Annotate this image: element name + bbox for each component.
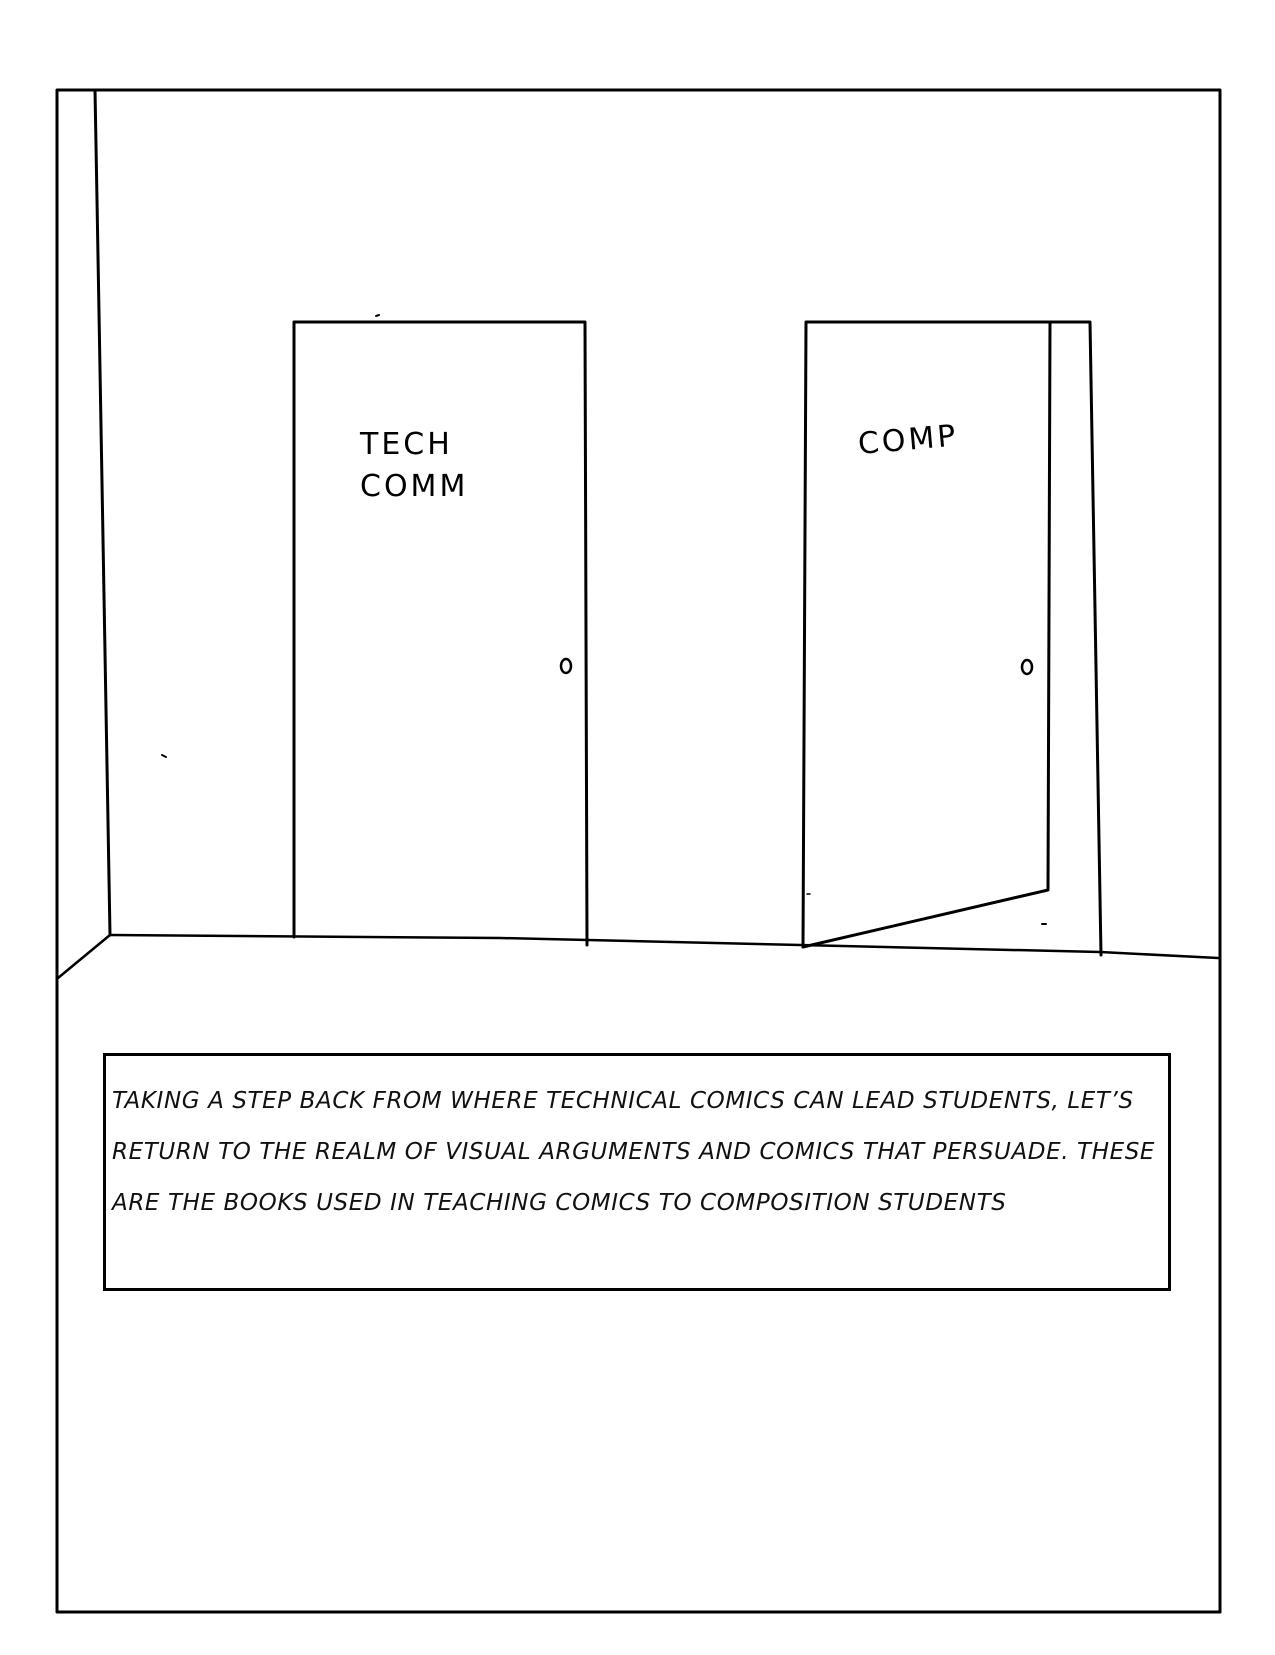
comp-door-panel xyxy=(801,320,1052,949)
comic-panel: TECH COMM COMP Taking a step back from w… xyxy=(0,0,1275,1650)
ink-speck xyxy=(375,314,380,317)
tech-comm-door xyxy=(292,320,589,947)
tech-comm-door-knob xyxy=(559,657,573,675)
tech-comm-door-label: TECH COMM xyxy=(360,427,469,504)
comp-door-knob xyxy=(1020,658,1034,676)
floor-corner-line xyxy=(56,933,112,980)
room-illustration xyxy=(55,88,1222,1614)
panel-border xyxy=(55,88,1222,1614)
caption-box: Taking a step back from where technical … xyxy=(103,1053,1171,1291)
comp-door-label: COMP xyxy=(856,418,960,463)
floor-line xyxy=(108,933,1220,960)
wall-corner-line xyxy=(93,88,112,937)
caption-text: Taking a step back from where technical … xyxy=(112,1088,1156,1216)
ink-speck xyxy=(161,754,167,758)
